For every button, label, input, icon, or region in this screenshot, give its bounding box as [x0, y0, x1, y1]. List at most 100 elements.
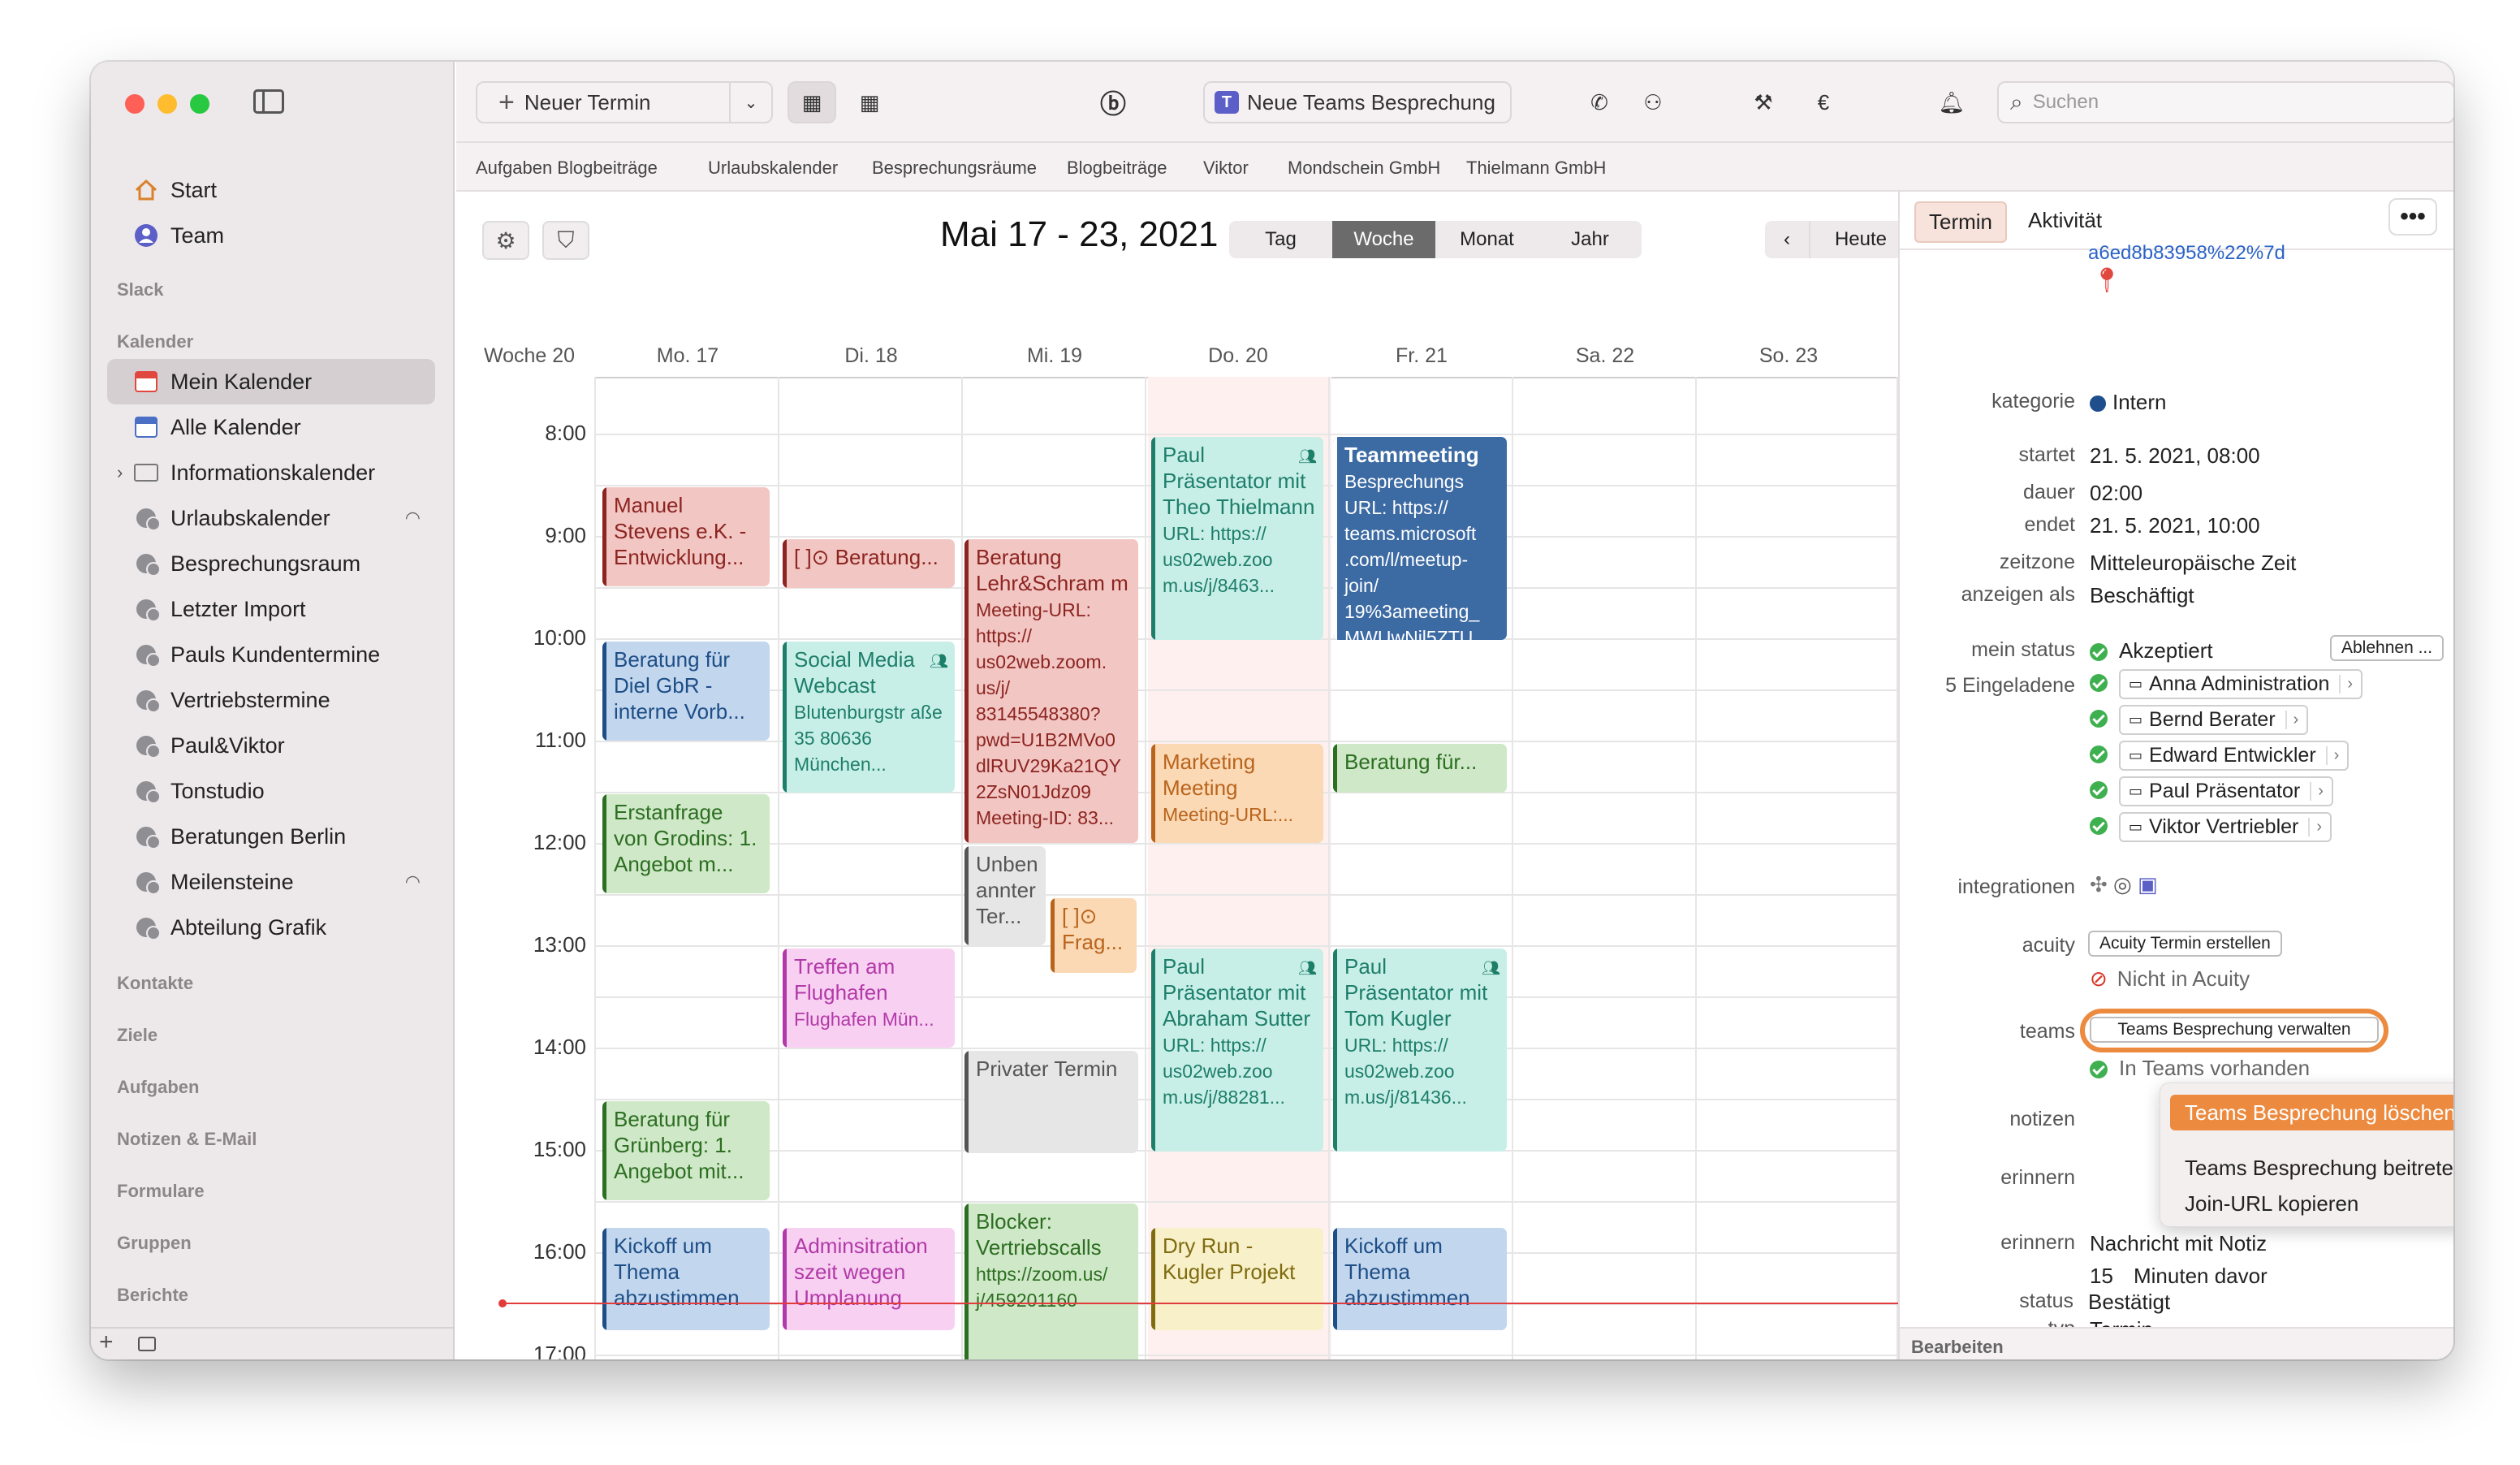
sidebar-item-vertriebstermine[interactable]: Vertriebstermine [107, 677, 435, 723]
prev-week-icon[interactable]: ‹ [1765, 221, 1809, 258]
section-formulare[interactable]: Formulare [117, 1181, 205, 1202]
sidebar-item-paul-viktor[interactable]: Paul&Viktor [107, 723, 435, 768]
sidebar-item-pauls-kundentermine[interactable]: Pauls Kundentermine [107, 632, 435, 677]
new-teams-meeting-button[interactable]: T Neue Teams Besprechung [1203, 81, 1512, 123]
favorite-item[interactable]: Blogbeiträge [1067, 158, 1167, 179]
sidebar-item-meilensteine[interactable]: Meilensteine ◠ [107, 859, 435, 905]
favorite-item[interactable]: Thielmann GmbH [1466, 158, 1606, 179]
teams-manage-button[interactable]: Teams Besprechung verwalten [2090, 1017, 2379, 1043]
dauer-value[interactable]: 02:00 [2090, 481, 2142, 506]
sidebar-item-team[interactable]: Team [107, 213, 435, 258]
event[interactable]: Paul Präsentator mit Theo Thielmann URL: … [1151, 437, 1323, 640]
contacts-icon[interactable]: ⚇ [1635, 81, 1671, 123]
today-button[interactable]: Heute [1809, 221, 1913, 258]
week-view-icon[interactable]: ▦ [788, 81, 836, 123]
day-header[interactable]: Mo. 17 [596, 344, 779, 368]
zeitzone-value[interactable]: Mitteleuropäische Zeit [2090, 551, 2296, 576]
event[interactable]: Dry Run - Kugler Projekt [1151, 1228, 1323, 1330]
bell-icon[interactable]: 🔔︎ [1934, 81, 1970, 123]
sidebar-toggle-icon[interactable] [253, 89, 284, 114]
sidebar-item-beratungen-berlin[interactable]: Beratungen Berlin [107, 814, 435, 859]
sidebar-item-start[interactable]: Start [107, 167, 435, 213]
week-grid[interactable]: 8:00 9:00 10:00 11:00 12:00 13:00 14:00 … [456, 377, 1898, 1359]
sidebar-item-mein-kalender[interactable]: Mein Kalender [107, 359, 435, 404]
phone-icon[interactable]: ✆ [1581, 81, 1617, 123]
section-ziele[interactable]: Ziele [117, 1025, 158, 1046]
day-header[interactable]: So. 23 [1697, 344, 1880, 368]
busycal-icon[interactable]: ⓑ [1093, 81, 1133, 123]
anzeigen-als-value[interactable]: Beschäftigt [2090, 583, 2194, 608]
event[interactable]: Blocker: Vertriebscalls https://zoom.us/ … [964, 1204, 1138, 1359]
day-header[interactable]: Fr. 21 [1330, 344, 1513, 368]
sidebar-item-besprechungsraum[interactable]: Besprechungsraum [107, 541, 435, 586]
event[interactable]: Kickoff um Thema abzustimmen [1333, 1228, 1507, 1330]
acuity-icon[interactable]: ◎ [2113, 872, 2132, 897]
favorite-item[interactable]: Aufgaben Blogbeiträge [476, 158, 658, 179]
event[interactable]: .e-red:before{}Manuel Stevens e.K. - Ent… [602, 487, 770, 586]
view-monat-button[interactable]: Monat [1435, 221, 1538, 258]
sidebar-item-urlaubskalender[interactable]: Urlaubskalender ◠ [107, 495, 435, 541]
sidebar-item-informationskalender[interactable]: › Informationskalender [107, 450, 435, 495]
close-window-button[interactable] [125, 94, 145, 114]
teams-icon[interactable]: ▣ [2138, 872, 2158, 897]
startet-value[interactable]: 21. 5. 2021, 08:00 [2090, 443, 2260, 469]
menu-item-delete-teams[interactable]: Teams Besprechung löschen [2170, 1095, 2453, 1130]
attendee-pill[interactable]: ▭ Edward Entwickler › [2119, 741, 2350, 771]
event[interactable]: Social Media Webcast Blutenburgstr aße 35… [783, 642, 955, 793]
favorite-item[interactable]: Mondschein GmbH [1288, 158, 1440, 179]
more-options-icon[interactable]: ••• [2388, 198, 2437, 236]
erinnern-unit[interactable]: Minuten davor [2134, 1264, 2268, 1289]
view-tag-button[interactable]: Tag [1229, 221, 1332, 258]
status-value[interactable]: Bestätigt [2088, 1290, 2170, 1315]
meeting-url-link[interactable]: a6ed8b83958%22%7d [2088, 242, 2285, 265]
attendee-pill[interactable]: ▭ Anna Administration › [2119, 669, 2363, 699]
day-header[interactable]: Di. 18 [779, 344, 963, 368]
tab-termin[interactable]: Termin [1914, 201, 2008, 243]
menu-item-join-teams[interactable]: Teams Besprechung beitreten [2170, 1150, 2453, 1186]
section-kontakte[interactable]: Kontakte [117, 973, 193, 994]
kategorie-value[interactable]: Intern [2090, 390, 2167, 415]
day-header[interactable]: Do. 20 [1146, 344, 1330, 368]
zoom-window-button[interactable] [190, 94, 209, 114]
new-event-button[interactable]: + Neuer Termin ⌄ [476, 81, 773, 123]
euro-icon[interactable]: € [1806, 81, 1841, 123]
view-jahr-button[interactable]: Jahr [1538, 221, 1642, 258]
day-header[interactable]: Sa. 22 [1513, 344, 1697, 368]
slack-icon[interactable]: ✣ [2090, 872, 2108, 897]
endet-value[interactable]: 21. 5. 2021, 10:00 [2090, 513, 2260, 538]
attendee-pill[interactable]: ▭ Paul Präsentator › [2119, 776, 2333, 806]
event[interactable]: [ ]⊙ Frag... [1051, 898, 1137, 973]
event[interactable]: Erstanfrage von Grodins: 1. Angebot m... [602, 794, 770, 893]
event[interactable]: Beratung für Grünberg: 1. Angebot mit... [602, 1101, 770, 1200]
day-header[interactable]: Mi. 19 [963, 344, 1146, 368]
section-aufgaben[interactable]: Aufgaben [117, 1077, 199, 1098]
favorite-item[interactable]: Besprechungsräume [872, 158, 1037, 179]
acuity-create-button[interactable]: Acuity Termin erstellen [2088, 931, 2282, 957]
section-kalender[interactable]: Kalender [117, 331, 193, 352]
event-selected[interactable]: Teammeeting Besprechungs URL: https:// te… [1333, 437, 1507, 640]
attendee-pill[interactable]: ▭ Viktor Vertriebler › [2119, 812, 2332, 842]
event[interactable]: Adminsitration szeit wegen Umplanung [783, 1228, 955, 1330]
event[interactable]: Treffen am Flughafen Flughafen Mün... [783, 949, 955, 1048]
calendar-small-icon[interactable] [138, 1337, 156, 1351]
event[interactable]: Paul Präsentator mit Abraham Sutter URL: … [1151, 949, 1323, 1152]
tab-aktivitaet[interactable]: Aktivität [2015, 201, 2115, 243]
favorite-item[interactable]: Urlaubskalender [708, 158, 838, 179]
section-gruppen[interactable]: Gruppen [117, 1233, 192, 1254]
event[interactable]: Beratung für... [1333, 744, 1507, 793]
sidebar-item-abteilung-grafik[interactable]: Abteilung Grafik [107, 905, 435, 950]
sidebar-item-tonstudio[interactable]: Tonstudio [107, 768, 435, 814]
sidebar-item-alle-kalender[interactable]: Alle Kalender [107, 404, 435, 450]
event[interactable]: Beratung Lehr&Schram m Meeting-URL: https… [964, 539, 1138, 843]
filter-icon[interactable]: ⛉ [542, 221, 589, 260]
event[interactable]: Unben annter Ter... [964, 846, 1046, 945]
tools-icon[interactable]: ⚒ [1745, 81, 1781, 123]
event[interactable]: Paul Präsentator mit Tom Kugler URL: http… [1333, 949, 1507, 1152]
ablehnen-button[interactable]: Ablehnen ... [2330, 635, 2444, 661]
bearbeiten-label[interactable]: Bearbeiten [1911, 1337, 2004, 1357]
event[interactable]: Marketing Meeting Meeting-URL:... [1151, 744, 1323, 843]
menu-item-copy-join-url[interactable]: Join-URL kopieren [2170, 1186, 2453, 1221]
section-notizen[interactable]: Notizen & E-Mail [117, 1129, 257, 1150]
event[interactable]: Kickoff um Thema abzustimmen [602, 1228, 770, 1330]
chevron-down-icon[interactable]: ⌄ [729, 83, 771, 122]
